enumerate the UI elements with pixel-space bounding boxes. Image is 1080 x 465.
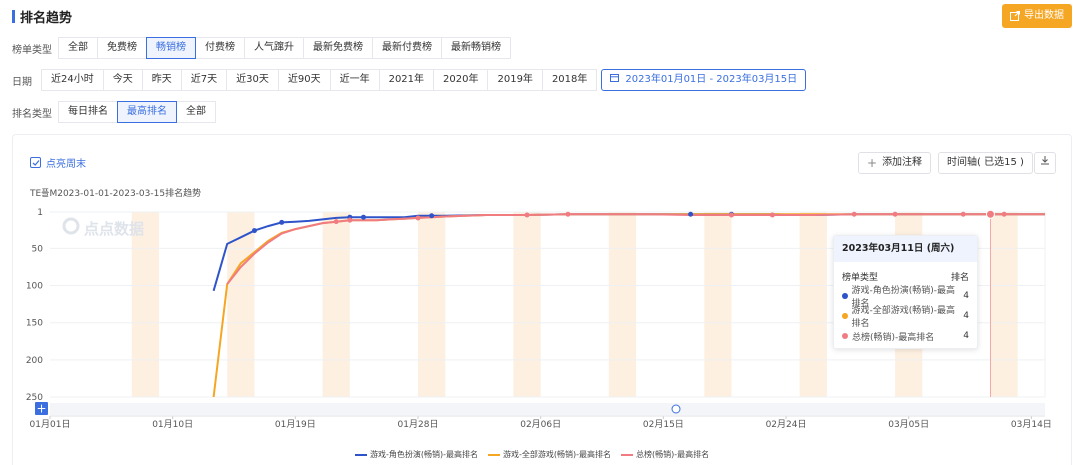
data-point[interactable] <box>524 212 530 218</box>
plus-icon: + <box>36 402 46 416</box>
weekend-band <box>227 212 255 397</box>
chart-legend: 游戏-角色扮演(畅销)-最高排名 游戏-全部游戏(畅销)-最高排名 总榜(畅销)-最… <box>355 449 709 460</box>
tooltip-row: 总榜(畅销)-最高排名 4 <box>834 326 977 346</box>
legend-swatch <box>355 453 367 456</box>
weekend-band <box>704 212 732 397</box>
tooltip-row-label: 总榜(畅销)-最高排名 <box>852 332 935 343</box>
data-point[interactable] <box>415 215 421 221</box>
tooltip-col-type: 榜单类型 <box>842 272 879 283</box>
data-point[interactable] <box>729 212 735 218</box>
data-point[interactable] <box>892 211 898 217</box>
data-point[interactable] <box>1001 211 1007 217</box>
active-data-point[interactable] <box>985 209 995 219</box>
series-color-dot <box>842 333 848 339</box>
watermark-text: 点点数据 <box>84 219 145 238</box>
data-point[interactable] <box>851 211 857 217</box>
y-tick-label: 150 <box>26 319 43 329</box>
x-tick-label: 01月10日 <box>152 419 193 430</box>
legend-label: 总榜(畅销)-最高排名 <box>636 450 710 459</box>
legend-label: 游戏-全部游戏(畅销)-最高排名 <box>503 450 612 459</box>
chart-tooltip: 2023年03月11日 (周六) 榜单类型 排名 游戏-角色扮演(畅销)-最高排… <box>833 235 978 349</box>
weekend-band <box>990 212 1018 397</box>
tooltip-row: 游戏-全部游戏(畅销)-最高排名 4 <box>834 306 977 329</box>
x-tick-label: 01月19日 <box>275 419 316 430</box>
legend-item[interactable]: 游戏-全部游戏(畅销)-最高排名 <box>488 449 611 460</box>
data-point[interactable] <box>429 213 435 219</box>
weekend-band <box>799 212 827 397</box>
legend-item[interactable]: 总榜(畅销)-最高排名 <box>621 449 709 460</box>
data-point[interactable] <box>279 219 285 225</box>
x-tick-label: 02月24日 <box>766 419 807 430</box>
weekend-band <box>608 212 637 397</box>
data-point[interactable] <box>565 211 571 217</box>
weekend-band <box>418 212 446 397</box>
x-tick-label: 03月05日 <box>888 419 929 430</box>
data-point[interactable] <box>251 228 257 234</box>
y-tick-label: 100 <box>26 282 43 292</box>
tooltip-row-value: 4 <box>963 311 969 321</box>
tooltip-row-label: 游戏-全部游戏(畅销)-最高排名 <box>851 306 956 329</box>
logo-icon <box>62 217 80 239</box>
ranking-trend-chart: 150100150200250 + 01月01日 01月10日 01月19日 01月2… <box>26 208 1052 430</box>
data-point[interactable] <box>360 214 366 220</box>
range-scroller[interactable] <box>50 403 1045 415</box>
x-tick-label: 02月15日 <box>643 419 684 430</box>
y-tick-label: 50 <box>32 244 44 254</box>
data-point[interactable] <box>333 219 339 225</box>
weekend-band <box>513 212 541 397</box>
tooltip-rows: 游戏-角色扮演(畅销)-最高排名 4 游戏-全部游戏(畅销)-最高排名 4 总榜(畅销)… <box>834 286 977 346</box>
tooltip-date: 2023年03月11日 (周六) <box>834 236 977 262</box>
weekend-band <box>322 212 350 397</box>
x-tick-label: 03月14日 <box>1011 419 1052 430</box>
x-tick-label: 01月28日 <box>398 419 439 430</box>
legend-label: 游戏-角色扮演(畅销)-最高排名 <box>370 450 479 459</box>
x-tick-label: 02月06日 <box>520 419 561 430</box>
legend-item[interactable]: 游戏-角色扮演(畅销)-最高排名 <box>355 449 478 460</box>
watermark-logo: 点点数据 <box>62 217 144 239</box>
legend-swatch <box>621 453 634 456</box>
series-color-dot <box>842 293 848 299</box>
y-tick-label: 200 <box>26 356 43 366</box>
list-type-option-2[interactable]: 畅销榜 <box>146 37 196 59</box>
tooltip-col-rank: 排名 <box>950 272 969 283</box>
legend-swatch <box>488 453 501 456</box>
data-point[interactable] <box>769 212 775 218</box>
rank-type-option-1[interactable]: 最高排名 <box>117 101 177 123</box>
x-tick-label: 01月01日 <box>30 419 71 430</box>
weekend-band <box>131 212 160 397</box>
series-color-dot <box>842 313 848 319</box>
data-point[interactable] <box>960 211 966 217</box>
data-point[interactable] <box>688 211 694 217</box>
tooltip-row-value: 4 <box>963 291 969 301</box>
data-point[interactable] <box>347 217 353 223</box>
scroller-handle-icon[interactable] <box>671 404 681 414</box>
tooltip-row-value: 4 <box>963 331 969 341</box>
y-tick-label: 1 <box>37 208 43 218</box>
